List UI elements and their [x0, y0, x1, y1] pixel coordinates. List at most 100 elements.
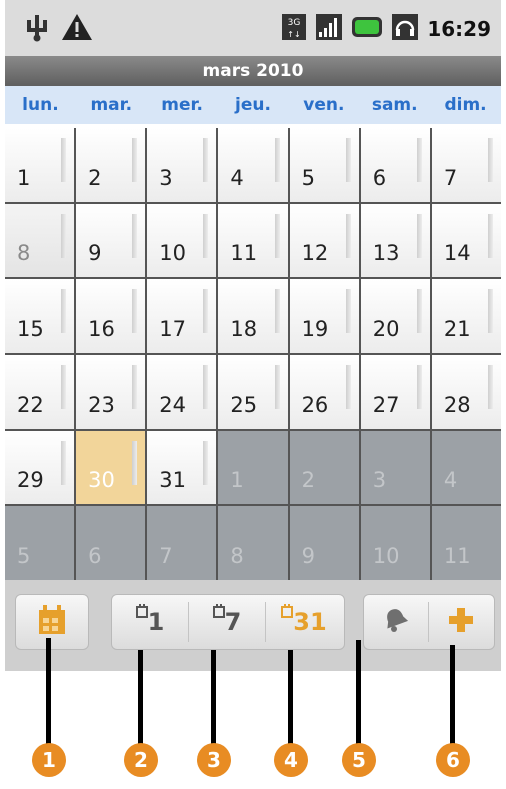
day-number: 12 [301, 241, 329, 266]
callout-badge-6: 6 [436, 743, 470, 777]
day-number: 25 [230, 392, 258, 417]
month-title: mars 2010 [5, 56, 501, 86]
day-number: 17 [159, 316, 187, 341]
plus-icon [446, 605, 476, 639]
day-number: 3 [372, 468, 387, 493]
day-cell[interactable]: 26 [289, 354, 359, 429]
week-view-button[interactable]: 7 [189, 595, 265, 649]
event-indicator-bar [132, 440, 138, 485]
day-cell[interactable]: 2 [289, 430, 359, 505]
today-button[interactable] [16, 595, 88, 649]
event-indicator-bar [203, 138, 209, 182]
day-cell[interactable]: 20 [360, 279, 430, 353]
signal-icon [315, 12, 343, 46]
day-number: 2 [301, 468, 315, 493]
headset-icon [391, 12, 419, 46]
month-view-button[interactable]: 31 [266, 595, 342, 649]
event-indicator-bar [203, 364, 209, 409]
warning-icon [61, 12, 93, 46]
event-indicator-bar [274, 289, 280, 334]
callout-line-6 [450, 645, 455, 746]
day-cell[interactable]: 18 [218, 279, 288, 353]
day-number: 1 [230, 468, 244, 493]
day-cell[interactable]: 9 [289, 506, 359, 580]
day-cell[interactable]: 12 [289, 203, 359, 278]
day-cell[interactable]: 31 [147, 430, 217, 505]
add-event-button[interactable] [429, 595, 493, 649]
event-indicator-bar [416, 289, 422, 334]
day-cell[interactable]: 4 [431, 430, 501, 505]
day-cell[interactable]: 13 [360, 203, 430, 278]
day-cell[interactable]: 5 [289, 128, 359, 202]
event-indicator-bar [488, 213, 493, 258]
day-cell[interactable]: 25 [218, 354, 288, 429]
day-number: 6 [88, 543, 102, 568]
callout-line-4 [288, 650, 293, 746]
day-cell[interactable]: 7 [431, 128, 501, 202]
day-cell[interactable]: 27 [360, 354, 430, 429]
weekday-header-row: lun. mar. mer. jeu. ven. sam. dim. [5, 86, 501, 124]
day-number: 26 [301, 392, 329, 417]
day-cell[interactable]: 24 [147, 354, 217, 429]
callout-line-3 [211, 650, 216, 746]
day-cell[interactable]: 14 [431, 203, 501, 278]
alarm-button[interactable] [364, 595, 428, 649]
day-cell[interactable]: 3 [147, 128, 217, 202]
day-cell[interactable]: 3 [360, 430, 430, 505]
day-cell[interactable]: 19 [289, 279, 359, 353]
day-number: 2 [88, 165, 102, 190]
event-indicator-bar [416, 138, 422, 182]
event-indicator-bar [416, 213, 422, 258]
event-indicator-bar [203, 289, 209, 334]
day-cell[interactable]: 11 [431, 506, 501, 580]
day-view-label: 1 [147, 608, 165, 636]
usb-icon [23, 12, 51, 46]
day-number: 5 [17, 543, 31, 568]
day-cell-today[interactable]: 30 [76, 430, 146, 505]
day-cell[interactable]: 10 [360, 506, 430, 580]
weekday-label: mer. [161, 95, 203, 115]
day-number: 1 [17, 165, 31, 190]
day-cell[interactable]: 28 [431, 354, 501, 429]
day-number: 20 [372, 316, 400, 341]
day-cell[interactable]: 17 [147, 279, 217, 353]
day-number: 13 [372, 241, 400, 266]
day-number: 9 [88, 241, 102, 266]
day-cell[interactable]: 22 [5, 354, 75, 429]
event-indicator-bar [274, 364, 280, 409]
day-view-button[interactable]: 1 [112, 595, 188, 649]
callout-badge-1: 1 [32, 743, 66, 777]
day-cell[interactable]: 11 [218, 203, 288, 278]
event-indicator-bar [203, 213, 209, 258]
day-cell[interactable]: 7 [147, 506, 217, 580]
day-cell[interactable]: 4 [218, 128, 288, 202]
day-cell[interactable]: 29 [5, 430, 75, 505]
day-cell[interactable]: 15 [5, 279, 75, 353]
event-indicator-bar [488, 364, 493, 409]
day-cell[interactable]: 10 [147, 203, 217, 278]
day-cell[interactable]: 1 [5, 128, 75, 202]
day-cell[interactable]: 8 [218, 506, 288, 580]
day-cell[interactable]: 9 [76, 203, 146, 278]
day-cell[interactable]: 6 [360, 128, 430, 202]
day-cell[interactable]: 16 [76, 279, 146, 353]
day-cell[interactable]: 2 [76, 128, 146, 202]
day-cell[interactable]: 1 [218, 430, 288, 505]
callout-badge-5: 5 [342, 743, 376, 777]
day-number: 6 [372, 165, 387, 190]
bell-icon [381, 605, 411, 639]
day-cell[interactable]: 23 [76, 354, 146, 429]
day-cell[interactable]: 8 [5, 203, 75, 278]
day-number: 21 [443, 316, 471, 341]
day-cell[interactable]: 5 [5, 506, 75, 580]
callout-line-2 [138, 650, 143, 746]
event-indicator-bar [61, 440, 67, 485]
day-cell[interactable]: 21 [431, 279, 501, 353]
weekday-label: dim. [444, 95, 487, 115]
day-number: 15 [17, 316, 44, 341]
event-indicator-bar [488, 138, 493, 182]
clock-time: 16:29 [427, 17, 491, 41]
day-cell[interactable]: 6 [76, 506, 146, 580]
day-number: 24 [159, 392, 187, 417]
view-switcher-group: 1 7 31 [111, 594, 345, 650]
